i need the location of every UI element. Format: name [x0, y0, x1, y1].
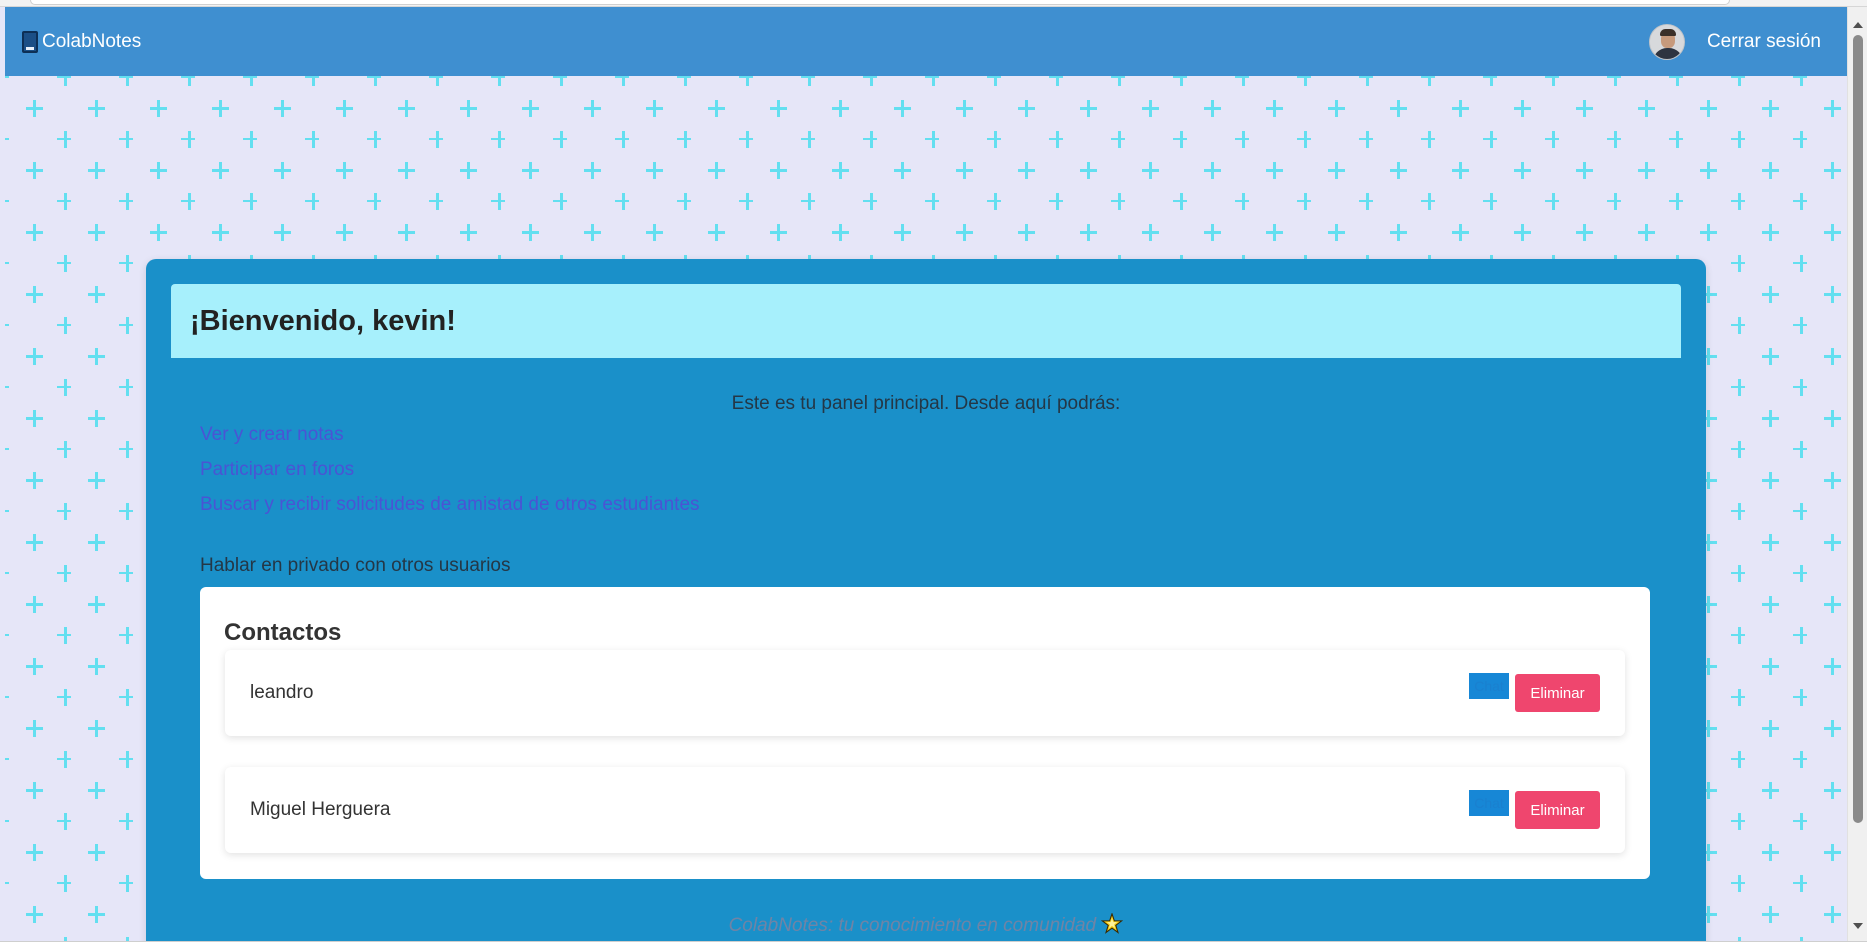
feature-item: Participar en foros — [200, 458, 700, 481]
logout-link[interactable]: Cerrar sesión — [1707, 31, 1821, 53]
forums-link[interactable]: Participar en foros — [200, 459, 354, 480]
private-chat-text: Hablar en privado con otros usuarios — [200, 555, 511, 576]
contacts-panel: Contactos leandro Chat Eliminar Miguel H… — [200, 587, 1650, 879]
scroll-down-arrow-icon[interactable] — [1853, 923, 1863, 929]
user-avatar[interactable] — [1648, 23, 1685, 60]
browser-top-edge — [0, 0, 1867, 7]
page-viewport: ColabNotes Cerrar sesión ¡Bienvenido, ke… — [5, 7, 1847, 941]
welcome-title: ¡Bienvenido, kevin! — [171, 284, 1681, 358]
avatar-hair — [1659, 28, 1676, 36]
notes-link[interactable]: Ver y crear notas — [200, 424, 344, 445]
scroll-up-arrow-icon[interactable] — [1853, 22, 1863, 28]
browser-address-strip — [30, 0, 1730, 5]
delete-contact-button[interactable]: Eliminar — [1515, 674, 1600, 712]
contact-name: leandro — [250, 682, 314, 703]
chat-button[interactable]: Chat — [1469, 790, 1509, 816]
chat-button[interactable]: Chat — [1469, 673, 1509, 699]
footer-tagline: ColabNotes: tu conocimiento en comunidad — [146, 913, 1706, 937]
nav-right: Cerrar sesión — [1648, 23, 1821, 60]
contact-row: leandro Chat Eliminar — [225, 650, 1625, 736]
star-icon — [1101, 913, 1124, 934]
vertical-scrollbar[interactable] — [1847, 7, 1867, 941]
brand-name: ColabNotes — [42, 30, 142, 52]
friend-requests-link[interactable]: Buscar y recibir solicitudes de amistad … — [200, 494, 700, 515]
feature-item: Ver y crear notas — [200, 423, 700, 446]
dashboard-card: ¡Bienvenido, kevin! Este es tu panel pri… — [146, 259, 1706, 941]
contacts-title: Contactos — [224, 619, 342, 646]
scrollbar-thumb[interactable] — [1853, 35, 1863, 823]
brand-link[interactable]: ColabNotes — [22, 30, 142, 53]
contact-row: Miguel Herguera Chat Eliminar — [225, 767, 1625, 853]
browser-bottom-edge — [0, 941, 1867, 945]
dashboard-intro: Este es tu panel principal. Desde aquí p… — [731, 393, 1121, 414]
feature-item: Buscar y recibir solicitudes de amistad … — [200, 493, 700, 516]
book-icon — [22, 30, 38, 53]
footer-text: ColabNotes: tu conocimiento en comunidad — [728, 915, 1097, 936]
feature-list: Ver y crear notas Participar en foros Bu… — [200, 423, 700, 528]
navbar: ColabNotes Cerrar sesión — [5, 7, 1847, 76]
delete-contact-button[interactable]: Eliminar — [1515, 791, 1600, 829]
contact-name: Miguel Herguera — [250, 799, 391, 820]
avatar-shoulders — [1652, 47, 1683, 59]
